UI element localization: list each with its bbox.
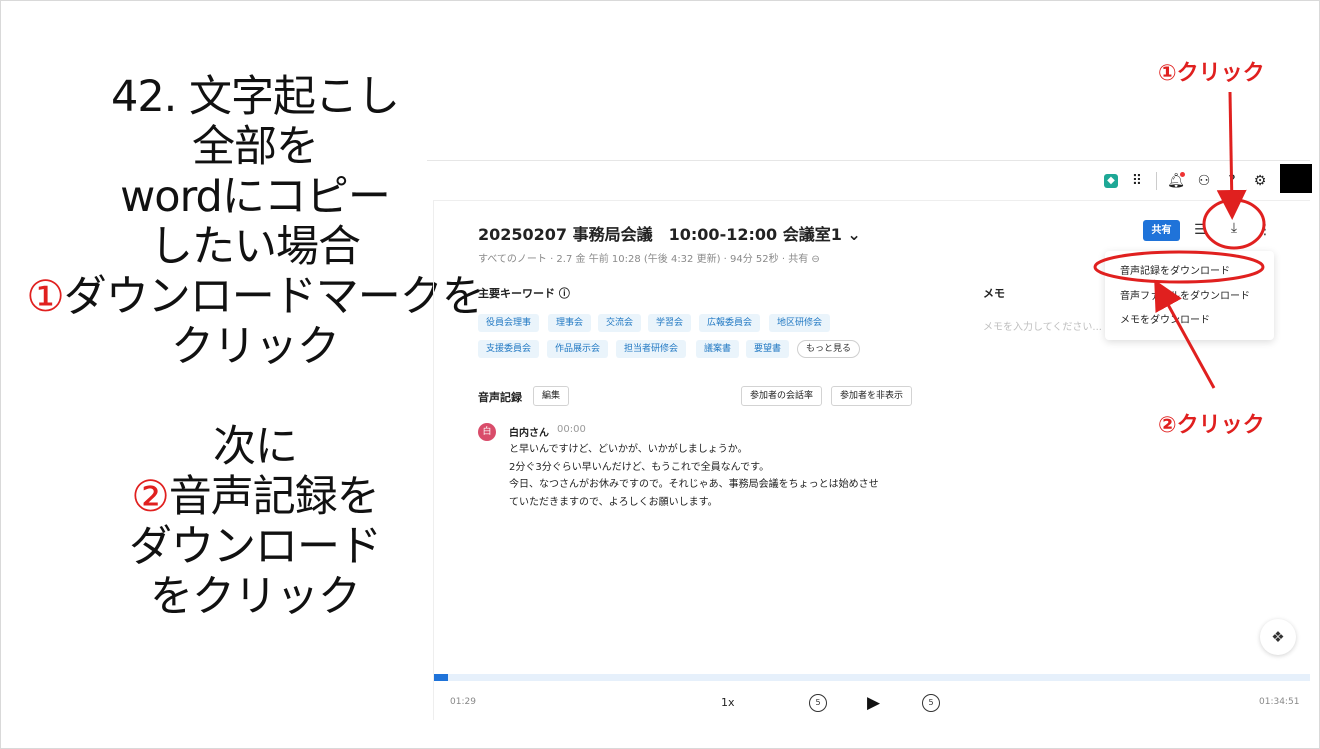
annotation-circle-menu-item <box>1093 250 1265 284</box>
annotation-circle-download <box>1202 198 1266 250</box>
annotation-label-step2: ②クリック <box>1158 413 1265 438</box>
annotation-arrow-2 <box>1154 279 1216 389</box>
annotation-label-step1: ①クリック <box>1158 61 1265 86</box>
annotation-overlay <box>1093 91 1266 389</box>
annotation-arrow-1 <box>1216 91 1247 220</box>
